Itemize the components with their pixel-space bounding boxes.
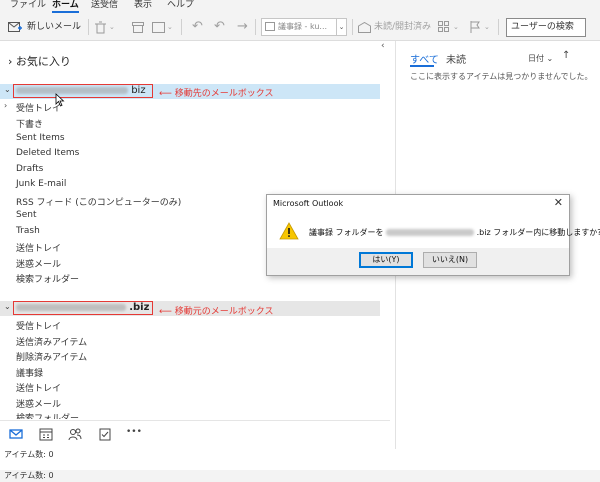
sort-label: 日付 xyxy=(528,54,544,63)
quick-step-value: 議事録 - ku... xyxy=(278,22,328,31)
yes-button[interactable]: はい(Y) xyxy=(359,252,413,268)
folder-search[interactable]: 検索フォルダー xyxy=(16,411,79,419)
folder-sent-items[interactable]: Sent Items xyxy=(16,133,65,143)
chevron-down-icon[interactable]: ⌄ xyxy=(336,19,346,35)
expand-icon[interactable]: ⌄ xyxy=(4,85,11,94)
folder-deleted-items[interactable]: 削除済みアイテム xyxy=(16,350,87,363)
folder-trash[interactable]: Trash xyxy=(16,226,40,236)
source-annotation: ⟵ 移動元のメールボックス xyxy=(159,307,274,317)
read-unread-button[interactable]: 未読/開封済み xyxy=(374,18,431,36)
ribbon-divider xyxy=(498,19,499,35)
dialog-question: 議事録 フォルダーを .biz フォルダー内に移動しますか? xyxy=(309,228,600,237)
favorites-header[interactable]: › お気に入り xyxy=(8,53,71,69)
menu-tab-help[interactable]: ヘルプ xyxy=(167,0,194,11)
delete-icon[interactable] xyxy=(95,21,106,34)
dialog-title: Microsoft Outlook xyxy=(267,195,569,212)
bottom-nav: ••• xyxy=(0,420,390,446)
calendar-icon[interactable] xyxy=(39,427,53,441)
sort-direction-icon[interactable]: ↑ xyxy=(562,50,570,61)
empty-message: ここに表示するアイテムは見つかりませんでした。 xyxy=(410,72,593,81)
reply-all-icon[interactable]: ↶ xyxy=(214,18,225,36)
folder-outbox[interactable]: 送信トレイ xyxy=(16,241,61,254)
folder-drafts[interactable]: 下書き xyxy=(16,117,43,130)
chevron-right-icon[interactable]: › xyxy=(4,101,7,110)
folder-minutes[interactable]: 議事録 xyxy=(16,366,43,379)
chevron-down-icon[interactable]: ⌄ xyxy=(75,18,81,36)
sort-button[interactable]: 日付 ⌄ xyxy=(528,53,553,64)
status-bar-upper: アイテム数: 0 xyxy=(0,449,600,461)
reply-icon[interactable]: ↶ xyxy=(192,18,203,36)
menu-tab-home[interactable]: ホーム xyxy=(52,0,79,13)
move-icon[interactable] xyxy=(152,22,165,33)
item-count: アイテム数: 0 xyxy=(4,471,54,480)
item-count: アイテム数: 0 xyxy=(4,450,54,459)
categorize-icon[interactable] xyxy=(438,21,450,33)
search-input[interactable]: ユーザーの検索 xyxy=(506,18,586,37)
tab-unread[interactable]: 未読 xyxy=(446,51,466,66)
folder-rss[interactable]: RSS フィード (このコンピューターのみ) xyxy=(16,195,181,208)
folder-deleted-items[interactable]: Deleted Items xyxy=(16,148,79,158)
redacted-address xyxy=(16,86,128,94)
chevron-down-icon[interactable]: ⌄ xyxy=(167,18,173,36)
folder-drafts-en[interactable]: Drafts xyxy=(16,164,43,174)
mail-icon[interactable] xyxy=(9,427,23,441)
chevron-down-icon[interactable]: ⌄ xyxy=(453,18,459,36)
folder-junk-ja[interactable]: 迷惑メール xyxy=(16,257,61,270)
archive-icon[interactable] xyxy=(132,22,144,33)
account1-suffix: biz xyxy=(131,85,146,96)
folder-sent[interactable]: Sent xyxy=(16,210,36,220)
tasks-icon[interactable] xyxy=(98,427,112,441)
menu-tab-send-receive[interactable]: 送受信 xyxy=(91,0,118,11)
redacted-address xyxy=(386,229,475,236)
folder-inbox[interactable]: 受信トレイ xyxy=(16,101,61,114)
new-mail-button[interactable]: 新しいメール xyxy=(27,18,81,36)
collapse-pane-icon[interactable]: ‹ xyxy=(381,41,385,51)
redacted-address xyxy=(16,303,126,311)
flag-icon[interactable] xyxy=(470,21,480,33)
target-annotation: ⟵ 移動先のメールボックス xyxy=(159,89,274,99)
account1-mailbox[interactable]: biz xyxy=(13,84,153,98)
chevron-down-icon[interactable]: ⌄ xyxy=(109,18,115,36)
account2-suffix: .biz xyxy=(129,302,150,313)
envelope-open-icon[interactable] xyxy=(358,22,371,33)
folder-junk[interactable]: Junk E-mail xyxy=(16,179,66,189)
chevron-down-icon[interactable]: ⌄ xyxy=(484,18,490,36)
tab-all-underline xyxy=(410,65,434,67)
quick-step-combo[interactable]: 議事録 - ku... ⌄ xyxy=(261,18,347,36)
more-icon[interactable]: ••• xyxy=(126,427,142,437)
tab-all[interactable]: すべて xyxy=(410,51,439,66)
menu-tab-view[interactable]: 表示 xyxy=(134,0,152,11)
move-folder-dialog: Microsoft Outlook ✕ 議事録 フォルダーを .biz フォルダ… xyxy=(266,194,600,276)
forward-icon[interactable]: → xyxy=(237,18,248,36)
ribbon: 新しいメール ⌄ ⌄ ⌄ ↶ ↶ → 議事録 - ku... ⌄ 未読/開封済み… xyxy=(0,13,600,41)
warning-icon xyxy=(279,222,299,240)
ribbon-divider xyxy=(181,19,182,35)
close-icon[interactable]: ✕ xyxy=(554,196,563,209)
no-button[interactable]: いいえ(N) xyxy=(423,252,477,268)
people-icon[interactable] xyxy=(68,427,82,441)
ribbon-divider xyxy=(352,19,353,35)
folder-search[interactable]: 検索フォルダー xyxy=(16,272,79,285)
new-mail-icon[interactable] xyxy=(8,22,22,33)
dialog-body: 議事録 フォルダーを .biz フォルダー内に移動しますか? xyxy=(267,212,600,248)
ribbon-divider xyxy=(255,19,256,35)
quick-step-icon xyxy=(265,22,275,31)
favorites-label: お気に入り xyxy=(15,55,71,68)
folder-inbox[interactable]: 受信トレイ xyxy=(16,319,61,332)
folder-outbox[interactable]: 送信トレイ xyxy=(16,381,61,394)
menu-tab-file[interactable]: ファイル xyxy=(10,0,46,11)
account2-mailbox[interactable]: .biz xyxy=(13,301,153,315)
status-bar: アイテム数: 0 xyxy=(0,470,600,482)
folder-junk-ja[interactable]: 迷惑メール xyxy=(16,397,61,410)
ribbon-divider xyxy=(88,19,89,35)
menu-bar: ファイル ホーム 送受信 表示 ヘルプ xyxy=(0,0,600,13)
folder-sent-items[interactable]: 送信済みアイテム xyxy=(16,335,87,348)
expand-icon[interactable]: ⌄ xyxy=(4,302,11,311)
